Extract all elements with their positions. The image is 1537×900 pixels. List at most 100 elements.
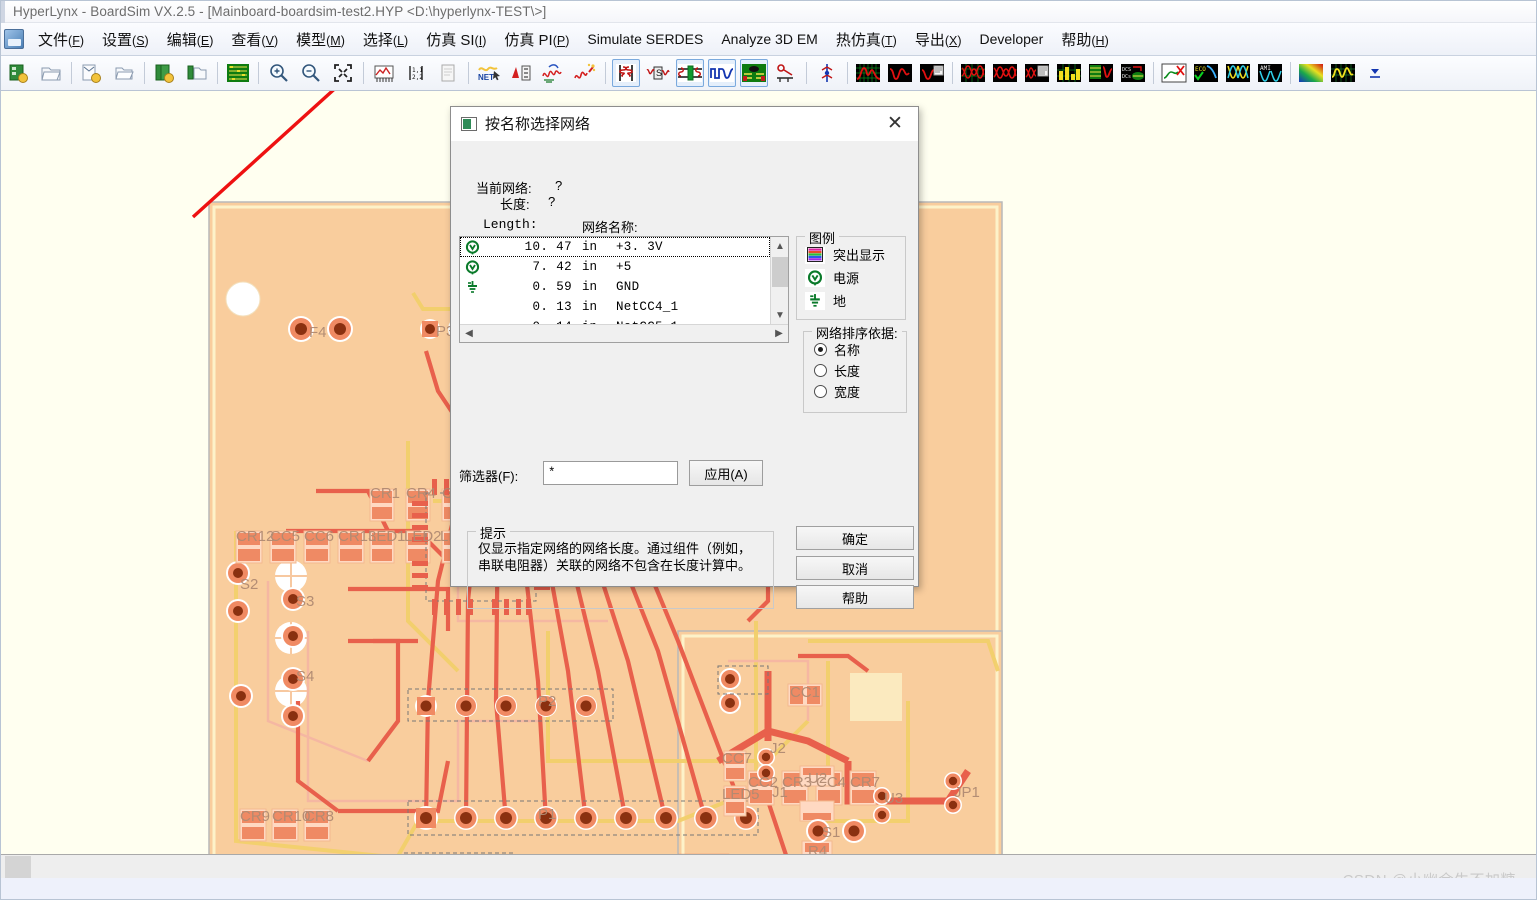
net-length: 0. 13 <box>532 300 572 314</box>
ami-eye-icon[interactable]: AMI <box>1256 59 1284 87</box>
eye-diagram-icon[interactable] <box>1224 59 1252 87</box>
terminator-icon[interactable] <box>676 59 704 87</box>
signal-wave-icon[interactable] <box>708 59 736 87</box>
horizontal-scrollbar[interactable]: ◀ ▶ <box>460 324 788 342</box>
menu-item-edit[interactable]: 编辑(E) <box>158 26 223 53</box>
scroll-down-icon[interactable]: ▼ <box>771 306 788 324</box>
ok-button[interactable]: 确定 <box>796 526 914 550</box>
select-net-by-name-dialog: 按名称选择网络 ✕ 当前网络: ? 长度: ? Length: 网络名称: 10… <box>450 106 919 609</box>
radio-sort-by-length[interactable]: 长度 <box>804 360 906 381</box>
scroll-right-icon[interactable]: ▶ <box>770 325 788 343</box>
net-list-box[interactable]: 10. 47 in +3. 3V 7. 42 in +5 0. 59 in GN… <box>459 236 789 343</box>
menu-item-help[interactable]: 帮助(H) <box>1052 26 1117 53</box>
list-item[interactable]: 10. 47 in +3. 3V <box>460 237 770 257</box>
legend-label-power: 电源 <box>833 271 860 286</box>
status-bar <box>1 854 1536 878</box>
legend-item-power: 电源 <box>797 266 905 289</box>
eye-green-icon[interactable] <box>959 59 987 87</box>
menu-item-thermal[interactable]: 热仿真(T) <box>827 26 906 53</box>
vertical-scrollbar[interactable]: ▲ ▼ <box>770 237 788 324</box>
menu-item-view[interactable]: 查看(V) <box>222 26 287 53</box>
close-icon[interactable]: ✕ <box>872 107 918 140</box>
cancel-button[interactable]: 取消 <box>796 556 914 580</box>
thermal-map-icon[interactable] <box>1297 59 1325 87</box>
s-parameter-icon[interactable]: S <box>644 59 672 87</box>
toolbar-separator <box>71 62 72 84</box>
sim-osc-green-icon[interactable] <box>854 59 882 87</box>
probe-icon[interactable] <box>507 59 535 87</box>
svg-text:2,2: 2,2 <box>412 74 423 81</box>
bar-chart-icon[interactable] <box>1055 59 1083 87</box>
list-item[interactable]: 7. 42 in +5 <box>460 257 770 277</box>
list-item[interactable]: 0. 13 in NetCC4_1 <box>460 297 770 317</box>
svg-text:LED2: LED2 <box>404 528 442 545</box>
settings-arrow-icon[interactable] <box>1361 59 1389 87</box>
pcb-wave-icon[interactable] <box>1087 59 1115 87</box>
connector-icon[interactable] <box>772 59 800 87</box>
waveform-grid-icon[interactable] <box>370 59 398 87</box>
scroll-left-icon[interactable]: ◀ <box>460 325 478 343</box>
save-as-board-icon[interactable] <box>183 59 211 87</box>
new-document-icon[interactable] <box>78 59 106 87</box>
toolbar-separator <box>847 62 848 84</box>
apply-button[interactable]: 应用(A) <box>689 460 763 486</box>
svg-text:CR7: CR7 <box>850 774 880 791</box>
menu-item-analyze-3d-em[interactable]: Analyze 3D EM <box>712 28 826 50</box>
radio-label: 长度 <box>834 364 861 379</box>
svg-text:LED5: LED5 <box>722 786 760 803</box>
sortby-group-title: 网络排序依据: <box>812 323 902 342</box>
list-item[interactable]: 0. 59 in GND <box>460 277 770 297</box>
svg-text:CC1: CC1 <box>790 684 820 701</box>
menu-item-simulate-si[interactable]: 仿真 SI(I) <box>417 26 495 53</box>
report-icon[interactable] <box>434 59 462 87</box>
zoom-fit-icon[interactable] <box>329 59 357 87</box>
window-title: HyperLynx - BoardSim VX.2.5 - [Mainboard… <box>13 4 547 19</box>
no-icon <box>460 297 484 317</box>
sim-osc-report-icon[interactable] <box>918 59 946 87</box>
radio-sort-by-width[interactable]: 宽度 <box>804 381 906 402</box>
menu-item-export[interactable]: 导出(X) <box>906 26 971 53</box>
menu-item-setup[interactable]: 设置(S) <box>93 26 158 53</box>
eco-check-icon[interactable]: ECO <box>1192 59 1220 87</box>
toolbar-separator <box>605 62 606 84</box>
eye-report-icon[interactable] <box>1023 59 1051 87</box>
no-icon <box>460 317 484 324</box>
zoom-out-icon[interactable] <box>297 59 325 87</box>
menu-item-file[interactable]: 文件(F) <box>29 26 93 53</box>
sim-osc-red-icon[interactable] <box>886 59 914 87</box>
svg-text:R4: R4 <box>808 843 827 854</box>
menu-item-select[interactable]: 选择(L) <box>354 26 417 53</box>
radio-sort-by-name[interactable]: 名称 <box>804 339 906 360</box>
net-length: 0. 59 <box>532 280 572 294</box>
scroll-up-icon[interactable]: ▲ <box>771 237 788 255</box>
svg-text:P1: P1 <box>538 806 556 823</box>
net-select-icon[interactable]: NET <box>475 59 503 87</box>
net-list-scrollarea: 10. 47 in +3. 3V 7. 42 in +5 0. 59 in GN… <box>460 237 788 324</box>
open-folder-icon[interactable] <box>110 59 138 87</box>
wizard-icon[interactable] <box>571 59 599 87</box>
menu-item-models[interactable]: 模型(M) <box>287 26 354 53</box>
menu-item-simulate-serdes[interactable]: Simulate SERDES <box>578 28 712 50</box>
ferrite-model-icon[interactable] <box>612 59 640 87</box>
current-length-label: 长度: <box>500 197 530 212</box>
crosstalk-icon[interactable] <box>539 59 567 87</box>
thermal-wave-icon[interactable] <box>1329 59 1357 87</box>
menu-item-developer[interactable]: Developer <box>971 28 1053 50</box>
board-stackup-icon[interactable] <box>740 59 768 87</box>
save-board-icon[interactable] <box>151 59 179 87</box>
new-board-icon[interactable] <box>5 59 33 87</box>
via-model-icon[interactable] <box>813 59 841 87</box>
menu-item-simulate-pi[interactable]: 仿真 PI(P) <box>495 26 578 53</box>
dialog-title: 按名称选择网络 <box>485 116 591 133</box>
dcdc-icon[interactable]: DCS DCs <box>1119 59 1147 87</box>
help-button[interactable]: 帮助 <box>796 585 914 609</box>
eye-red-icon[interactable] <box>991 59 1019 87</box>
matrix-icon[interactable]: 1,1 2,2 <box>402 59 430 87</box>
filter-input[interactable] <box>543 461 678 485</box>
xtalk-check-icon[interactable] <box>1160 59 1188 87</box>
vertical-scroll-thumb[interactable] <box>772 257 788 287</box>
list-item[interactable]: 0. 14 in NetCC5_1 <box>460 317 770 324</box>
board-view-icon[interactable] <box>224 59 252 87</box>
open-board-icon[interactable] <box>37 59 65 87</box>
zoom-in-icon[interactable] <box>265 59 293 87</box>
